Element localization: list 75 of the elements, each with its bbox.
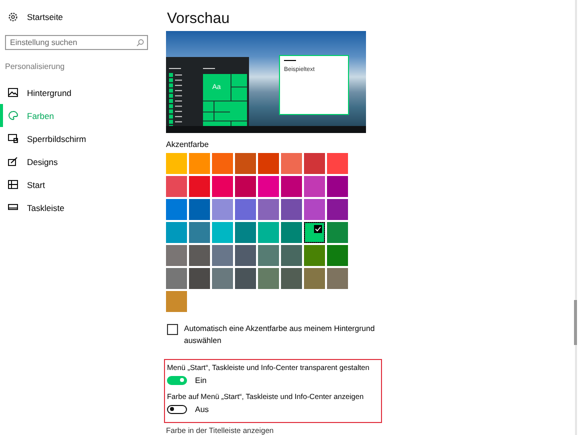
color-swatch[interactable] <box>304 153 325 174</box>
color-swatch[interactable] <box>166 199 187 220</box>
color-swatch[interactable] <box>281 268 302 289</box>
color-swatch[interactable] <box>166 222 187 243</box>
scrollbar-thumb[interactable] <box>574 300 577 345</box>
page-title: Vorschau <box>167 10 231 28</box>
color-swatch[interactable] <box>327 268 348 289</box>
color-swatch[interactable] <box>304 176 325 197</box>
color-swatch[interactable] <box>281 199 302 220</box>
palette-icon <box>8 111 18 120</box>
color-swatch[interactable] <box>212 222 233 243</box>
color-swatch[interactable] <box>189 176 210 197</box>
color-swatch[interactable] <box>235 245 256 266</box>
color-swatch[interactable] <box>189 222 210 243</box>
section-label: Akzentfarbe <box>166 140 210 149</box>
color-swatch[interactable] <box>166 268 187 289</box>
color-swatch[interactable] <box>235 268 256 289</box>
color-swatch[interactable] <box>327 245 348 266</box>
color-swatch[interactable] <box>212 268 233 289</box>
settings-icon <box>8 12 18 22</box>
color-swatch[interactable] <box>235 176 256 197</box>
color-swatch[interactable] <box>212 176 233 197</box>
monitor-icon <box>8 134 18 143</box>
color-swatch[interactable] <box>166 176 187 197</box>
color-swatch[interactable] <box>235 222 256 243</box>
color-swatch[interactable] <box>189 153 210 174</box>
color-swatch[interactable] <box>189 268 210 289</box>
color-swatch[interactable] <box>304 222 325 243</box>
toggle-state: Ein <box>195 376 207 385</box>
start-menu-icon <box>8 180 18 189</box>
color-swatch[interactable] <box>212 199 233 220</box>
toggle-switch[interactable] <box>167 376 187 385</box>
picture-icon <box>8 88 18 97</box>
color-swatch[interactable] <box>258 176 279 197</box>
nav-item[interactable]: Sperrbildschirm <box>0 127 155 150</box>
nav-item[interactable]: Taskleiste <box>0 196 155 219</box>
color-swatch[interactable] <box>327 153 348 174</box>
nav-item[interactable]: Designs <box>0 150 155 173</box>
color-swatch[interactable] <box>189 245 210 266</box>
color-swatch[interactable] <box>258 199 279 220</box>
title-line-icon <box>284 60 296 61</box>
home-link[interactable]: Startseite <box>0 10 155 24</box>
nav-item[interactable]: Hintergrund <box>0 81 155 104</box>
nav-item[interactable]: Start <box>0 173 155 196</box>
color-swatch[interactable] <box>166 245 187 266</box>
color-swatch[interactable] <box>281 176 302 197</box>
color-swatch[interactable] <box>258 268 279 289</box>
color-swatch[interactable] <box>304 245 325 266</box>
color-swatch[interactable] <box>281 153 302 174</box>
color-swatch[interactable] <box>327 176 348 197</box>
color-swatch[interactable] <box>166 291 187 312</box>
color-swatch[interactable] <box>304 268 325 289</box>
color-swatch[interactable] <box>258 245 279 266</box>
color-swatch[interactable] <box>281 245 302 266</box>
color-swatch[interactable] <box>327 222 348 243</box>
search-field[interactable]: Einstellung suchen <box>5 35 148 50</box>
color-swatch[interactable] <box>235 153 256 174</box>
taskbar-icon <box>8 203 18 212</box>
color-swatch[interactable] <box>281 222 302 243</box>
color-swatch[interactable] <box>166 153 187 174</box>
color-swatch[interactable] <box>304 199 325 220</box>
toggle-switch[interactable] <box>167 405 187 414</box>
color-swatch[interactable] <box>235 199 256 220</box>
section-heading: Personalisierung <box>5 62 66 71</box>
color-swatch[interactable] <box>327 199 348 220</box>
toggle-state: Aus <box>195 405 209 414</box>
search-icon <box>136 38 144 46</box>
color-swatch[interactable] <box>258 153 279 174</box>
color-swatch[interactable] <box>212 245 233 266</box>
color-swatch[interactable] <box>258 222 279 243</box>
checkmark-icon <box>314 225 322 233</box>
color-swatch[interactable] <box>212 153 233 174</box>
color-swatch[interactable] <box>189 199 210 220</box>
checkbox[interactable] <box>167 324 178 335</box>
brush-icon <box>8 157 18 166</box>
